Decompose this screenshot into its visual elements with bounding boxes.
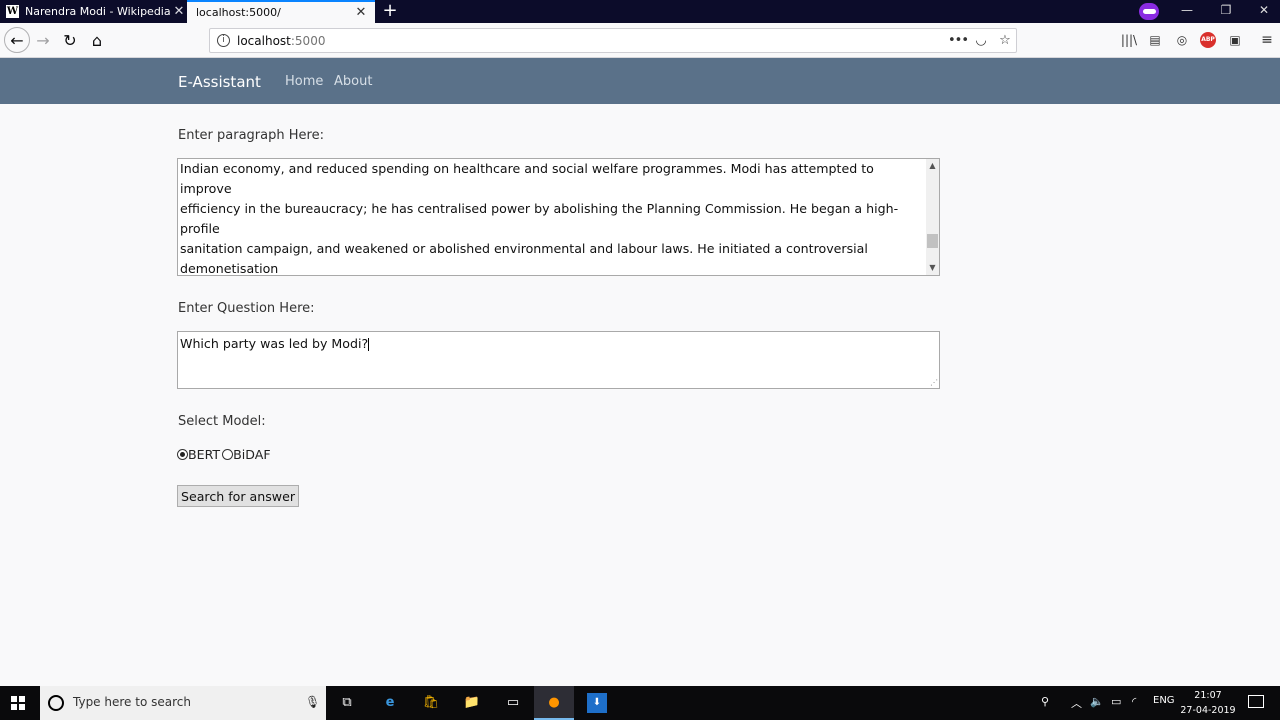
- text-caret: [368, 338, 370, 351]
- radio-bidaf[interactable]: [222, 449, 234, 460]
- private-browsing-icon: [1139, 3, 1159, 20]
- close-tab-icon[interactable]: ✕: [353, 5, 369, 20]
- radio-bert[interactable]: [177, 449, 188, 460]
- tab-strip: W Narendra Modi - Wikipedia ✕ localhost:…: [0, 0, 1280, 23]
- cortana-icon: [48, 695, 64, 711]
- file-explorer-icon[interactable]: 📁: [462, 693, 482, 713]
- people-icon[interactable]: ⚲: [1041, 695, 1049, 708]
- new-tab-button[interactable]: +: [380, 0, 400, 23]
- page-actions-icon[interactable]: •••: [948, 32, 969, 50]
- paragraph-text: Indian economy, and reduced spending on …: [180, 161, 899, 276]
- app-navbar: E-Assistant Home About: [0, 58, 1280, 104]
- question-label: Enter Question Here:: [178, 301, 315, 316]
- radio-bidaf-label[interactable]: BiDAF: [233, 447, 270, 462]
- navigation-toolbar: ← → ↻ ⌂ i localhost:5000 ••• ◡ ☆ |||\ ▤ …: [0, 23, 1280, 58]
- windows-start-icon[interactable]: [11, 696, 25, 710]
- taskbar-search-placeholder: Type here to search: [73, 695, 191, 709]
- tab-title: Narendra Modi - Wikipedia: [25, 5, 171, 18]
- back-button[interactable]: ←: [4, 27, 30, 53]
- extension-icon[interactable]: ▣: [1226, 31, 1244, 49]
- edge-icon[interactable]: e: [380, 693, 400, 713]
- url-host: localhost: [237, 34, 291, 48]
- bookmark-star-icon[interactable]: ☆: [996, 32, 1014, 50]
- textarea-scrollbar[interactable]: ▲ ▼: [926, 159, 939, 275]
- restore-button[interactable]: ❐: [1207, 0, 1245, 23]
- paragraph-textarea[interactable]: Indian economy, and reduced spending on …: [177, 158, 940, 276]
- scroll-up-icon[interactable]: ▲: [926, 159, 939, 173]
- close-tab-icon[interactable]: ✕: [171, 4, 187, 19]
- tab-title: localhost:5000/: [196, 6, 281, 19]
- nav-home-link[interactable]: Home: [285, 74, 323, 89]
- url-port: :5000: [290, 34, 326, 48]
- wikipedia-icon: W: [6, 5, 19, 18]
- question-textarea[interactable]: Which party was led by Modi? ⋰: [177, 331, 940, 389]
- resize-handle-icon[interactable]: ⋰: [930, 379, 938, 387]
- terminal-icon[interactable]: ▭: [503, 693, 523, 713]
- close-window-button[interactable]: ✕: [1245, 0, 1280, 23]
- radio-bert-label[interactable]: BERT: [188, 447, 220, 462]
- scroll-thumb[interactable]: [927, 234, 938, 248]
- url-text[interactable]: localhost:5000: [237, 34, 325, 48]
- pocket-icon[interactable]: ◡: [972, 32, 990, 50]
- battery-icon[interactable]: ▭: [1111, 695, 1121, 708]
- wifi-icon[interactable]: ◜: [1132, 695, 1136, 708]
- windows-taskbar: Type here to search 🎙 ⧉ e 🛍 📁 ▭ ● ⬇ ⚲ ︿ …: [0, 686, 1280, 720]
- clock[interactable]: 21:07 27-04-2019: [1180, 688, 1236, 718]
- sidebar-icon[interactable]: ▤: [1146, 31, 1164, 49]
- microphone-icon[interactable]: 🎙: [305, 695, 320, 709]
- clock-date: 27-04-2019: [1180, 705, 1236, 716]
- site-info-icon[interactable]: i: [217, 34, 230, 47]
- nav-about-link[interactable]: About: [334, 74, 372, 89]
- search-answer-button[interactable]: Search for answer: [177, 485, 299, 507]
- download-app-icon[interactable]: ⬇: [587, 693, 607, 713]
- minimize-button[interactable]: —: [1168, 0, 1206, 23]
- tray-chevron-icon[interactable]: ︿: [1071, 695, 1082, 711]
- question-text: Which party was led by Modi?: [180, 336, 369, 351]
- sync-icon[interactable]: ◎: [1173, 31, 1191, 49]
- library-icon[interactable]: |||\: [1120, 31, 1138, 49]
- taskbar-search-box[interactable]: Type here to search 🎙: [40, 686, 326, 720]
- model-radio-group: BERT BiDAF: [177, 447, 271, 462]
- home-button[interactable]: ⌂: [85, 28, 109, 52]
- tab-localhost[interactable]: localhost:5000/ ✕: [187, 0, 375, 23]
- tab-wikipedia[interactable]: W Narendra Modi - Wikipedia ✕: [0, 0, 187, 23]
- paragraph-label: Enter paragraph Here:: [178, 128, 324, 143]
- language-indicator[interactable]: ENG: [1153, 695, 1175, 706]
- hamburger-menu-icon[interactable]: ≡: [1258, 31, 1276, 49]
- firefox-icon[interactable]: ●: [534, 686, 574, 720]
- reload-button[interactable]: ↻: [58, 28, 82, 52]
- notifications-icon[interactable]: [1248, 695, 1264, 708]
- store-icon[interactable]: 🛍: [421, 693, 441, 713]
- clock-time: 21:07: [1194, 690, 1222, 701]
- url-bar[interactable]: i localhost:5000 ••• ◡ ☆: [209, 28, 1017, 53]
- brand-link[interactable]: E-Assistant: [178, 73, 261, 91]
- scroll-down-icon[interactable]: ▼: [926, 261, 939, 275]
- forward-button[interactable]: →: [31, 28, 55, 52]
- model-label: Select Model:: [178, 414, 266, 429]
- task-view-icon[interactable]: ⧉: [337, 693, 357, 713]
- adblock-icon[interactable]: ABP: [1200, 32, 1216, 48]
- volume-icon[interactable]: 🔈: [1090, 695, 1104, 708]
